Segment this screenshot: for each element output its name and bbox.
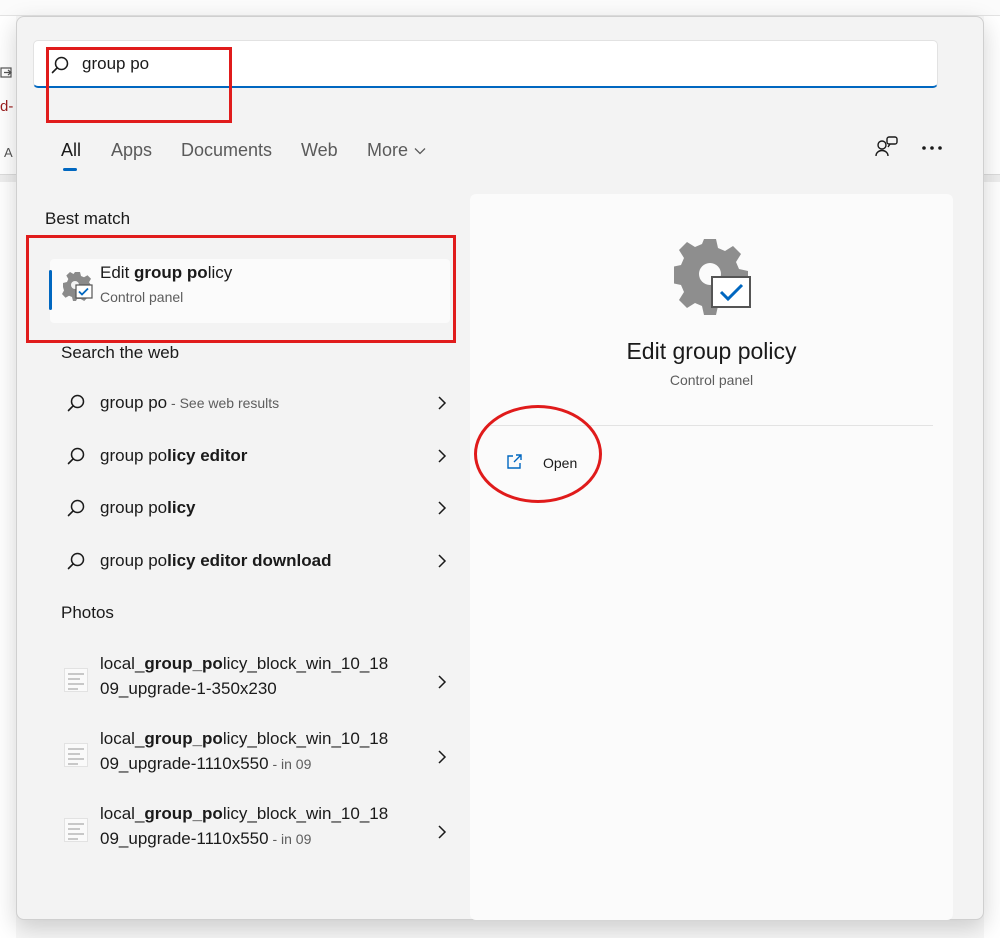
settings-gear-check-icon (674, 239, 751, 315)
search-icon (67, 499, 85, 517)
tab-apps[interactable]: Apps (111, 140, 152, 161)
photo-result-line1: local_group_policy_block_win_10_18 (100, 804, 388, 824)
chevron-right-icon (438, 825, 447, 839)
photo-name-rest: licy_block_win_10_18 (222, 654, 389, 673)
active-tab-indicator (63, 168, 77, 171)
background-text-fragment: d- (0, 98, 14, 115)
photo-location-hint: - in 09 (268, 756, 312, 772)
photo-result-line1: local_group_policy_block_win_10_18 (100, 729, 388, 749)
web-result-text: group po - See web results (100, 393, 279, 413)
web-result-bold: licy editor (167, 446, 248, 465)
photo-result-line1: local_group_policy_block_win_10_18 (100, 654, 388, 674)
photo-result-line2: 09_upgrade-1110x550 - in 09 (100, 829, 311, 849)
tab-documents[interactable]: Documents (181, 140, 272, 161)
web-result-normal: group po (100, 551, 168, 570)
web-result-row[interactable]: group policy editor download (56, 539, 447, 585)
photo-name-tail: 09_upgrade-1110x550 (100, 829, 269, 848)
detail-subtitle: Control panel (669, 372, 754, 388)
tab-web[interactable]: Web (301, 140, 338, 161)
best-match-heading: Best match (45, 209, 131, 228)
photo-result-row[interactable]: local_group_policy_block_win_10_18 09_up… (56, 652, 447, 712)
web-result-text: group policy editor (100, 446, 247, 466)
photo-name-part: local_ (100, 729, 145, 748)
tab-more[interactable]: More (367, 140, 426, 161)
web-result-normal: group po (100, 498, 168, 517)
web-result-row[interactable]: group po - See web results (56, 381, 447, 427)
photos-heading: Photos (61, 603, 114, 622)
search-icon (67, 447, 85, 465)
web-result-bold: licy (167, 498, 196, 517)
web-result-normal: group po (100, 393, 168, 412)
photo-name-tail: 09_upgrade-1-350x230 (100, 679, 277, 698)
photo-location-hint: - in 09 (268, 831, 312, 847)
chevron-right-icon (438, 396, 447, 410)
web-result-bold: licy editor download (167, 551, 332, 570)
photo-name-rest: licy_block_win_10_18 (222, 804, 389, 823)
annotation-open-highlight (474, 405, 602, 503)
web-result-normal: group po (100, 446, 168, 465)
search-icon (67, 552, 85, 570)
tab-more-label: More (367, 140, 409, 160)
photo-result-row[interactable]: local_group_policy_block_win_10_18 09_up… (56, 802, 447, 862)
photo-result-line2: 09_upgrade-1110x550 - in 09 (100, 754, 311, 774)
background-right-strip (984, 16, 1000, 938)
image-thumbnail-icon (64, 818, 88, 842)
web-result-row[interactable]: group policy (56, 486, 447, 532)
chevron-down-icon (414, 148, 426, 155)
photo-name-part: local_ (100, 654, 145, 673)
chevron-right-icon (438, 750, 447, 764)
detail-title: Edit group policy (626, 338, 797, 364)
photo-result-row[interactable]: local_group_policy_block_win_10_18 09_up… (56, 727, 447, 787)
photo-name-rest: licy_block_win_10_18 (222, 729, 389, 748)
chevron-right-icon (438, 449, 447, 463)
chevron-right-icon (438, 554, 447, 568)
background-titlebar (0, 0, 1000, 16)
image-thumbnail-icon (64, 743, 88, 767)
photo-name-match: group_po (144, 654, 223, 673)
tab-all[interactable]: All (61, 140, 81, 161)
search-icon (67, 394, 85, 412)
annotation-search-highlight (46, 47, 232, 123)
people-share-icon[interactable] (873, 134, 901, 162)
chevron-right-icon (438, 501, 447, 515)
background-nav-icon (0, 67, 12, 78)
photo-name-match: group_po (144, 804, 223, 823)
web-result-row[interactable]: group policy editor (56, 434, 447, 480)
annotation-best-match-highlight (26, 235, 456, 343)
web-result-text: group policy editor download (100, 551, 331, 571)
search-web-heading: Search the web (61, 343, 180, 362)
web-result-hint: - See web results (167, 395, 280, 411)
photo-name-tail: 09_upgrade-1110x550 (100, 754, 269, 773)
image-thumbnail-icon (64, 668, 88, 692)
photo-name-match: group_po (144, 729, 223, 748)
photo-result-line2: 09_upgrade-1-350x230 (100, 679, 277, 699)
ellipsis-icon[interactable] (918, 134, 946, 162)
photo-name-part: local_ (100, 804, 145, 823)
chevron-right-icon (438, 675, 447, 689)
web-result-text: group policy (100, 498, 195, 518)
background-text-fragment-2: A (4, 145, 13, 160)
